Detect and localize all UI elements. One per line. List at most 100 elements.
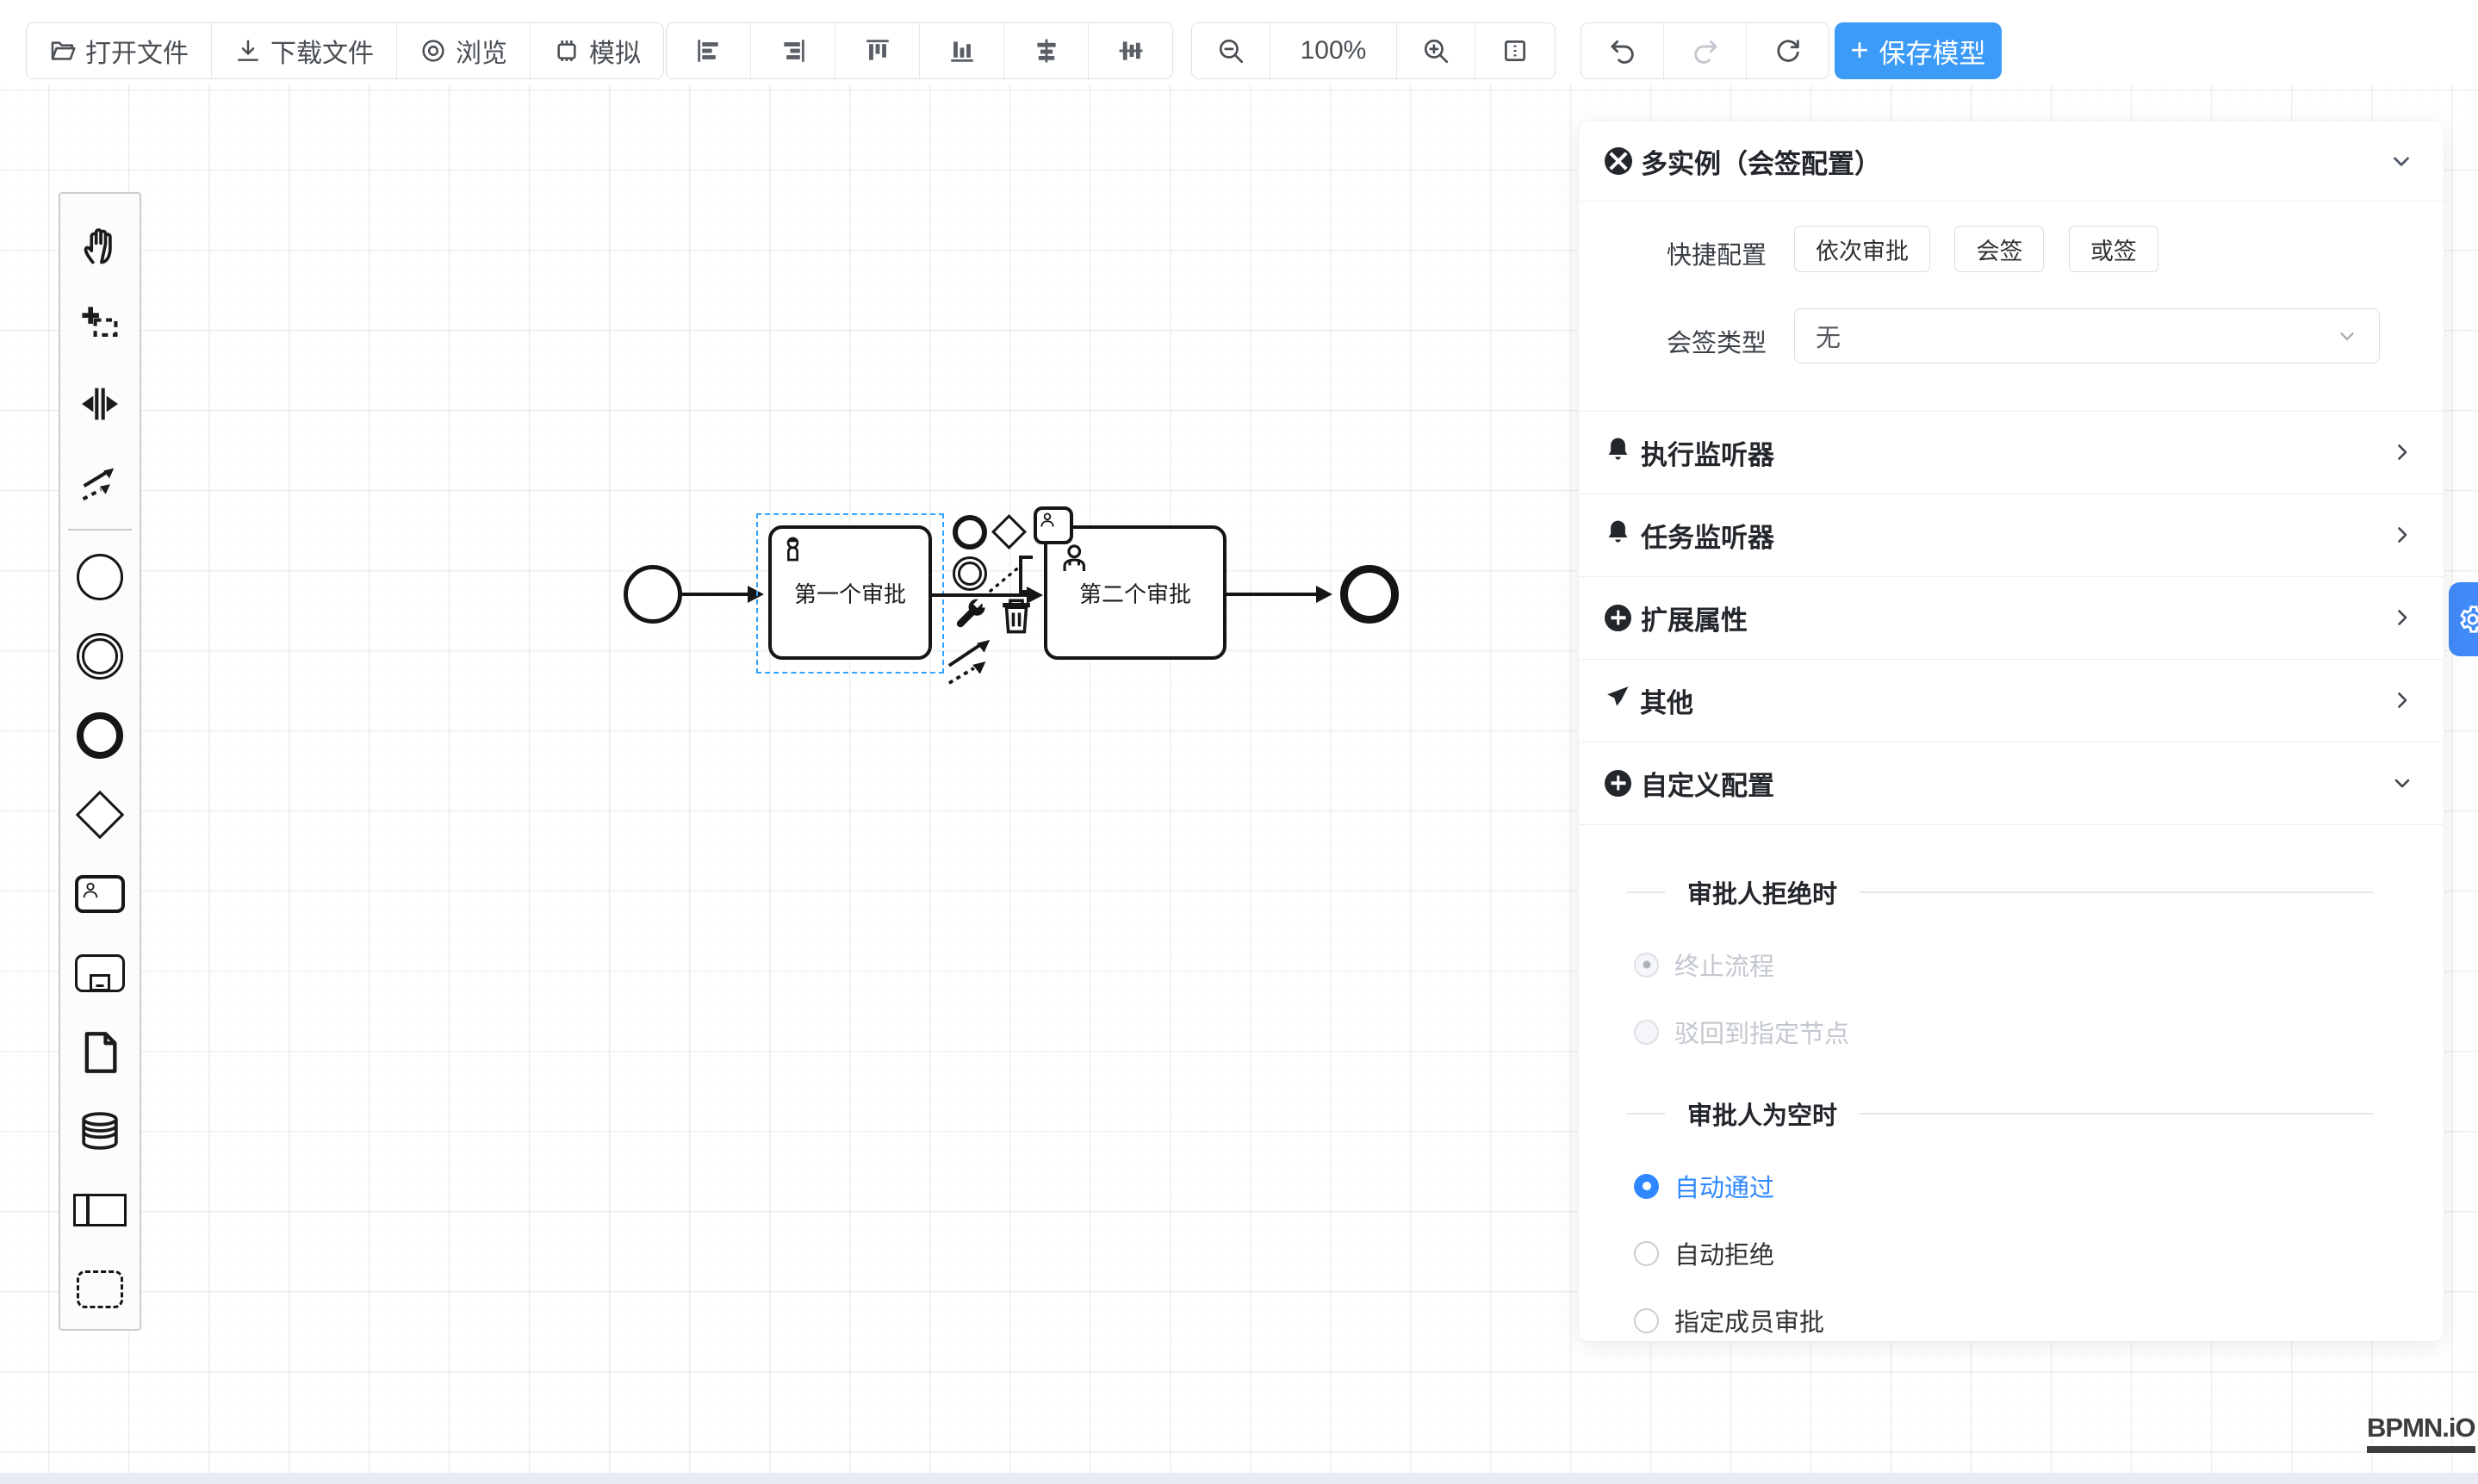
save-model-label: 保存模型 — [1879, 32, 1986, 71]
trash-icon[interactable] — [999, 596, 1034, 640]
section-task-listener[interactable]: 任务监听器 — [1579, 494, 2444, 576]
section-extended-properties[interactable]: 扩展属性 — [1579, 576, 2444, 659]
radio-label: 驳回到指定节点 — [1674, 1014, 1849, 1050]
simulate-button[interactable]: 模拟 — [531, 23, 663, 78]
append-end-event-icon[interactable] — [953, 515, 987, 550]
zoom-group: 100% — [1191, 22, 1556, 79]
connect-tool-icon[interactable] — [987, 558, 1027, 599]
reject-group-title-row: 审批人拒绝时 — [1579, 874, 2444, 910]
create-start-event[interactable] — [59, 537, 141, 617]
task-first-approval[interactable]: 第一个审批 — [768, 525, 932, 660]
start-event[interactable] — [624, 565, 682, 624]
preview-icon — [419, 37, 447, 65]
create-end-event[interactable] — [59, 696, 141, 775]
align-center-vertical-button[interactable] — [1089, 23, 1172, 78]
align-top-button[interactable] — [835, 23, 920, 78]
zoom-level[interactable]: 100% — [1270, 23, 1397, 78]
sign-type-value: 无 — [1816, 318, 1841, 354]
bpmn-io-logo: BPMN.iO — [2367, 1413, 2475, 1453]
radio-label: 指定成员审批 — [1674, 1302, 1824, 1338]
sequence-flow-1[interactable] — [682, 593, 751, 596]
radio-return-to-node[interactable]: 驳回到指定节点 — [1634, 1014, 1849, 1050]
align-right-button[interactable] — [751, 23, 835, 78]
section-execution-listener[interactable]: 执行监听器 — [1579, 411, 2444, 494]
create-data-object[interactable] — [59, 1013, 141, 1092]
panel-header[interactable]: 多实例（会签配置） — [1579, 121, 2444, 201]
align-bottom-button[interactable] — [920, 23, 1004, 78]
create-group[interactable] — [59, 1250, 141, 1329]
create-subprocess[interactable] — [59, 934, 141, 1013]
quick-option-countersign[interactable]: 会签 — [1954, 226, 2044, 272]
append-user-task-icon[interactable] — [1034, 506, 1073, 544]
history-group — [1581, 22, 1829, 79]
open-file-button[interactable]: 打开文件 — [27, 23, 212, 78]
send-icon — [1605, 684, 1630, 717]
open-file-label: 打开文件 — [85, 32, 189, 70]
radio-terminate-process[interactable]: 终止流程 — [1634, 947, 1774, 983]
sign-type-label: 会签类型 — [1613, 323, 1767, 359]
create-gateway[interactable] — [59, 775, 141, 854]
empty-group-title: 审批人为空时 — [1687, 1096, 1837, 1132]
chevron-right-icon — [2390, 523, 2414, 547]
redo-button[interactable] — [1664, 23, 1747, 78]
settings-tab[interactable] — [2449, 582, 2478, 656]
fit-viewport-button[interactable] — [1475, 23, 1555, 78]
quick-config-buttons: 依次审批 会签 或签 — [1794, 226, 2179, 272]
user-task-icon — [1058, 541, 1094, 583]
plus-circle-icon — [1605, 770, 1631, 797]
align-left-button[interactable] — [667, 23, 751, 78]
simulate-chip-icon — [553, 37, 581, 65]
download-file-button[interactable]: 下载文件 — [212, 23, 397, 78]
radio-label: 终止流程 — [1674, 947, 1774, 983]
append-sequence-flow-icon[interactable] — [946, 637, 996, 690]
create-user-task[interactable] — [59, 854, 141, 934]
sign-type-select[interactable]: 无 — [1794, 308, 2380, 363]
zoom-out-button[interactable] — [1192, 23, 1270, 78]
task-second-approval[interactable]: 第二个审批 — [1044, 525, 1227, 660]
radio-icon — [1634, 1241, 1659, 1266]
reset-button[interactable] — [1747, 23, 1829, 78]
sequence-flow-3[interactable] — [1227, 593, 1320, 596]
undo-button[interactable] — [1581, 23, 1664, 78]
global-connect-tool[interactable] — [59, 444, 141, 523]
create-data-store[interactable] — [59, 1091, 141, 1170]
radio-auto-approve[interactable]: 自动通过 — [1634, 1168, 1774, 1204]
folder-open-icon — [49, 37, 77, 65]
chevron-down-icon — [2390, 771, 2414, 795]
simulate-label: 模拟 — [589, 32, 641, 70]
chevron-right-icon — [2390, 688, 2414, 712]
quick-config-label: 快捷配置 — [1613, 235, 1767, 271]
end-event[interactable] — [1340, 565, 1399, 624]
section-label: 执行监听器 — [1641, 433, 1774, 472]
plus-icon: + — [1850, 34, 1868, 65]
horizontal-scrollbar[interactable] — [0, 1473, 2478, 1484]
divider — [1579, 824, 2444, 825]
section-custom-config[interactable]: 自定义配置 — [1579, 742, 2444, 824]
append-gateway-icon[interactable] — [997, 519, 1022, 544]
create-intermediate-event[interactable] — [59, 617, 141, 696]
wrench-icon[interactable] — [951, 598, 989, 640]
section-other[interactable]: 其他 — [1579, 659, 2444, 742]
append-intermediate-event-icon[interactable] — [953, 556, 987, 591]
hand-tool[interactable] — [59, 206, 141, 285]
divider — [1627, 891, 1665, 893]
space-tool[interactable] — [59, 364, 141, 444]
bpmn-palette — [59, 192, 141, 1331]
radio-assign-member[interactable]: 指定成员审批 — [1634, 1302, 1824, 1338]
zoom-in-button[interactable] — [1397, 23, 1475, 78]
chevron-down-icon[interactable] — [2388, 148, 2414, 174]
radio-label: 自动拒绝 — [1674, 1235, 1774, 1271]
save-model-button[interactable]: + 保存模型 — [1835, 22, 2002, 79]
section-label: 自定义配置 — [1641, 764, 1774, 803]
lasso-tool[interactable] — [59, 285, 141, 364]
create-participant[interactable] — [59, 1170, 141, 1250]
divider — [1860, 1113, 2373, 1115]
radio-auto-reject[interactable]: 自动拒绝 — [1634, 1235, 1774, 1271]
bell-icon — [1605, 518, 1631, 552]
align-center-horizontal-button[interactable] — [1004, 23, 1089, 78]
preview-button[interactable]: 浏览 — [397, 23, 531, 78]
empty-group-title-row: 审批人为空时 — [1579, 1096, 2444, 1132]
properties-panel: 多实例（会签配置） 快捷配置 依次审批 会签 或签 会签类型 无 执行监听器 任… — [1578, 121, 2444, 1342]
quick-option-sequential[interactable]: 依次审批 — [1794, 226, 1930, 272]
quick-option-orsign[interactable]: 或签 — [2069, 226, 2158, 272]
